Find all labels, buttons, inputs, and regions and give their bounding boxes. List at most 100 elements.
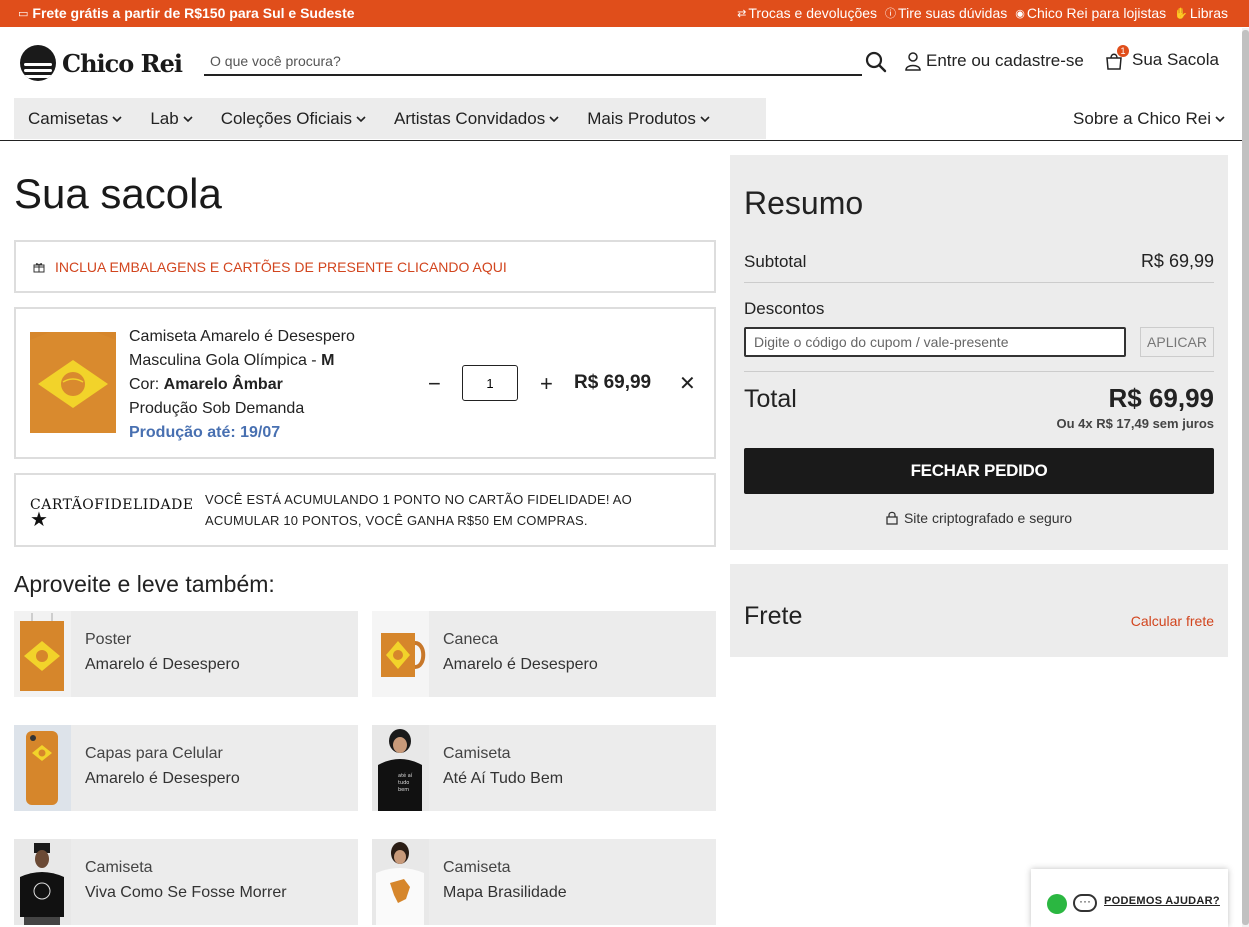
login-label: Entre ou cadastre-se xyxy=(926,51,1084,70)
wholesale-link[interactable]: ◉ Chico Rei para lojistas xyxy=(1015,5,1166,21)
card-name: Amarelo é Desespero xyxy=(443,656,598,673)
product-name[interactable]: Camiseta Amarelo é Desespero xyxy=(129,325,355,349)
chevron-down-icon xyxy=(1215,116,1225,123)
hand-icon: ✋ xyxy=(1174,7,1188,20)
card-category: Caneca xyxy=(443,631,499,648)
chevron-down-icon xyxy=(112,115,122,122)
upsell-card[interactable]: Camiseta Mapa Brasilidade xyxy=(372,839,716,925)
chevron-down-icon xyxy=(700,115,710,122)
nav-item-sobre[interactable]: Sobre a Chico Rei xyxy=(1073,109,1225,129)
nav-item-mais-produtos[interactable]: Mais Produtos xyxy=(573,109,724,129)
nav-item-camisetas[interactable]: Camisetas xyxy=(14,109,136,129)
nav-label: Camisetas xyxy=(28,108,109,128)
nav-item-colecoes[interactable]: Coleções Oficiais xyxy=(207,109,380,129)
promo-text: Frete grátis a partir de R$150 para Sul … xyxy=(32,5,355,21)
upsell-card[interactable]: até aí tudo bem Camiseta Até Aí Tudo Bem xyxy=(372,725,716,811)
loyalty-message: VOCÊ ESTÁ ACUMULANDO 1 PONTO NO CARTÃO F… xyxy=(205,492,632,528)
upsell-card[interactable]: Caneca Amarelo é Desespero xyxy=(372,611,716,697)
product-color: Cor: Amarelo Âmbar xyxy=(129,373,355,397)
checkout-button[interactable]: FECHAR PEDIDO xyxy=(744,448,1214,494)
cart-item: Camiseta Amarelo é Desespero Masculina G… xyxy=(14,307,716,459)
card-name: Amarelo é Desespero xyxy=(85,656,240,673)
faq-link[interactable]: ⓘ Tire suas dúvidas xyxy=(885,5,1007,21)
faq-label: Tire suas dúvidas xyxy=(898,5,1008,21)
coupon-input[interactable] xyxy=(744,327,1126,357)
store-icon: ◉ xyxy=(1015,7,1025,20)
search-input[interactable] xyxy=(204,48,862,74)
upsell-title: Aproveite e leve também: xyxy=(14,571,275,597)
card-category: Camiseta xyxy=(443,745,511,762)
nav-label: Mais Produtos xyxy=(587,108,696,128)
card-category: Capas para Celular xyxy=(85,745,223,762)
upsell-card[interactable]: Capas para Celular Amarelo é Desespero xyxy=(14,725,358,811)
brand-logo[interactable]: Chico Rei xyxy=(20,45,183,81)
top-links: ⇄ Trocas e devoluções ⓘ Tire suas dúvidas … xyxy=(737,5,1228,21)
brand-name: Chico Rei xyxy=(62,48,183,78)
lock-icon xyxy=(886,511,898,525)
svg-text:bem: bem xyxy=(398,787,409,793)
card-category: Camiseta xyxy=(443,859,511,876)
svg-text:tudo: tudo xyxy=(398,780,409,786)
remove-item-button[interactable]: ✕ xyxy=(679,371,696,396)
decrease-quantity-button[interactable]: − xyxy=(428,371,441,397)
help-widget[interactable]: ··· PODEMOS AJUDAR? xyxy=(1031,869,1228,927)
gift-wrap-option[interactable]: INCLUA EMBALAGENS E CARTÕES DE PRESENTE … xyxy=(14,240,716,293)
box-icon: ▭ xyxy=(18,7,29,20)
card-category: Poster xyxy=(85,631,132,648)
exchange-icon: ⇄ xyxy=(737,7,747,20)
secure-site-note: Site criptografado e seguro xyxy=(730,510,1228,526)
returns-label: Trocas e devoluções xyxy=(748,5,878,21)
calculate-shipping-link[interactable]: Calcular frete xyxy=(1131,613,1214,629)
nav-label: Lab xyxy=(150,108,179,128)
summary-divider xyxy=(744,371,1214,372)
total-value: R$ 69,99 xyxy=(1108,383,1214,413)
page-title: Sua sacola xyxy=(14,170,222,217)
card-name: Amarelo é Desespero xyxy=(85,770,240,787)
loyalty-logo-text: CARTÃOFIDELIDADE xyxy=(30,497,194,513)
subtotal-label: Subtotal xyxy=(744,252,807,271)
free-shipping-promo: ▭ Frete grátis a partir de R$150 para Su… xyxy=(18,5,355,21)
upsell-card[interactable]: Poster Amarelo é Desespero xyxy=(14,611,358,697)
chat-bubble-icon: ··· xyxy=(1073,894,1097,912)
chevron-down-icon xyxy=(183,115,193,122)
discounts-label: Descontos xyxy=(744,299,825,318)
card-category: Camiseta xyxy=(85,859,153,876)
bag-link[interactable]: 1 Sua Sacola xyxy=(1104,45,1219,70)
search-icon[interactable] xyxy=(864,50,888,74)
scrollbar-thumb[interactable] xyxy=(1242,30,1249,925)
white-tshirt-thumbnail xyxy=(372,839,429,925)
user-icon xyxy=(905,52,921,71)
chevron-down-icon xyxy=(356,115,366,122)
libras-link[interactable]: ✋ Libras xyxy=(1174,5,1228,21)
bag-label: Sua Sacola xyxy=(1132,50,1219,69)
black-tshirt-thumbnail xyxy=(14,839,71,925)
upsell-card[interactable]: Camiseta Viva Como Se Fosse Morrer xyxy=(14,839,358,925)
logo-waves-icon xyxy=(20,45,56,81)
returns-link[interactable]: ⇄ Trocas e devoluções xyxy=(737,5,877,21)
bag-count-badge: 1 xyxy=(1117,45,1129,57)
poster-thumbnail xyxy=(14,611,71,697)
apply-coupon-button[interactable]: APLICAR xyxy=(1140,327,1214,357)
card-name: Mapa Brasilidade xyxy=(443,884,567,901)
main-nav: Camisetas Lab Coleções Oficiais Artistas… xyxy=(14,98,766,139)
nav-item-lab[interactable]: Lab xyxy=(136,109,206,129)
increase-quantity-button[interactable]: + xyxy=(540,371,553,397)
login-link[interactable]: Entre ou cadastre-se xyxy=(904,51,1084,71)
wholesale-label: Chico Rei para lojistas xyxy=(1026,5,1167,21)
production-type: Produção Sob Demanda xyxy=(129,400,305,417)
color-value: Amarelo Âmbar xyxy=(163,376,283,393)
nav-divider xyxy=(0,140,1242,141)
card-name: Viva Como Se Fosse Morrer xyxy=(85,884,287,901)
nav-item-artistas[interactable]: Artistas Convidados xyxy=(380,109,573,129)
product-price: R$ 69,99 xyxy=(574,372,652,393)
production-date: Produção até: 19/07 xyxy=(129,424,281,441)
product-size: M xyxy=(321,352,335,369)
quantity-input[interactable] xyxy=(462,365,518,401)
svg-text:até aí: até aí xyxy=(398,772,413,779)
search-bar xyxy=(204,48,862,76)
phone-case-thumbnail xyxy=(14,725,71,811)
product-info: Camiseta Amarelo é Desespero Masculina G… xyxy=(129,325,355,445)
question-icon: ⓘ xyxy=(885,8,897,20)
card-name: Até Aí Tudo Bem xyxy=(443,770,564,787)
product-image[interactable] xyxy=(30,332,116,433)
